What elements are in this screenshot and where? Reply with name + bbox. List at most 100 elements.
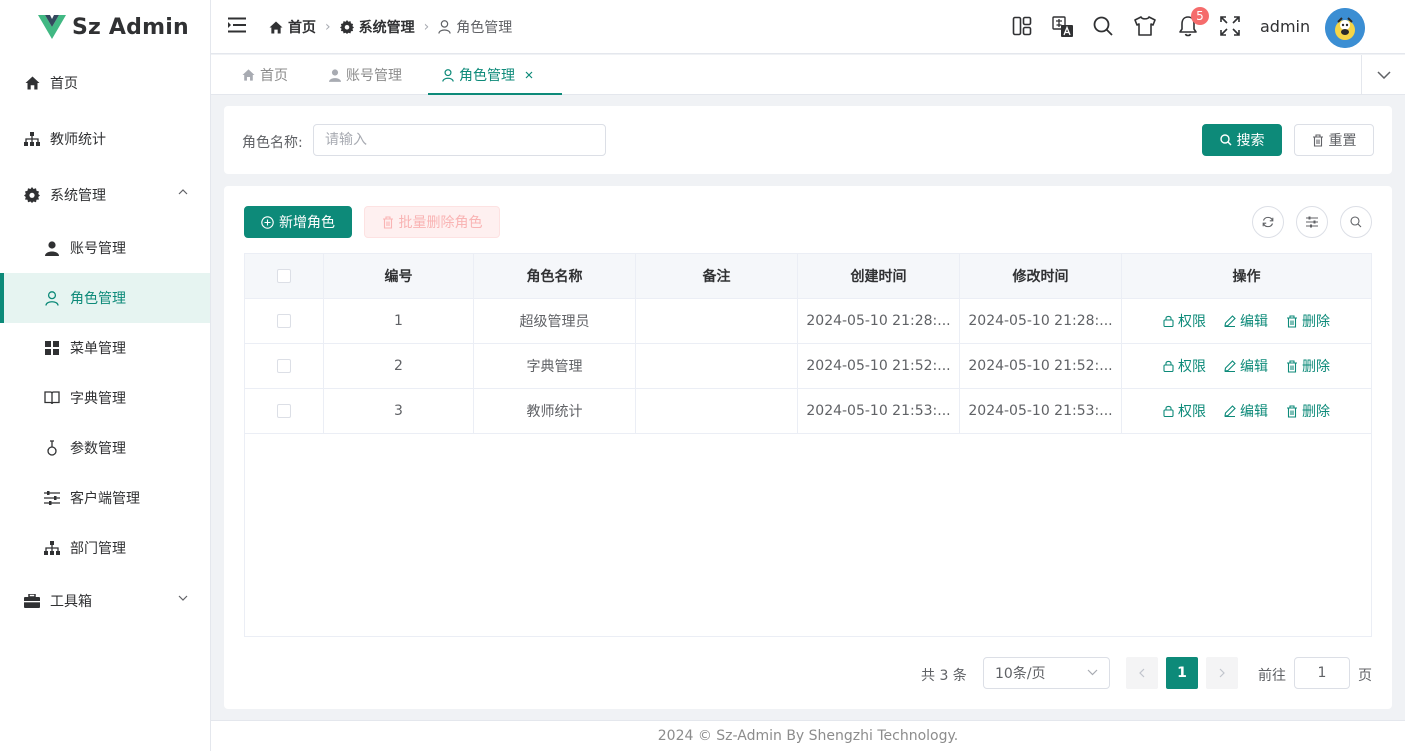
header-cell: 角色名称 bbox=[474, 254, 636, 298]
edit-icon bbox=[1224, 405, 1236, 417]
page-suffix: 页 bbox=[1358, 668, 1372, 684]
goto-label: 前往 bbox=[1258, 668, 1286, 684]
sidebar-item-teacher-stats[interactable]: 教师统计 bbox=[0, 114, 210, 164]
permission-label: 权限 bbox=[1178, 314, 1206, 330]
edit-label: 编辑 bbox=[1240, 359, 1268, 375]
tab-roles[interactable]: 角色管理 bbox=[428, 55, 562, 95]
table-cell: 2 bbox=[324, 344, 474, 388]
user-outline-icon bbox=[44, 290, 60, 306]
menu-fold-icon[interactable] bbox=[228, 17, 246, 33]
table-cell-actions: 权限 编辑 删除 bbox=[1122, 299, 1371, 343]
sidebar-item-system[interactable]: 系统管理 bbox=[0, 170, 210, 220]
table-cell: 超级管理员 bbox=[474, 299, 636, 343]
tab-accounts[interactable]: 账号管理 bbox=[315, 55, 416, 95]
page-number-button[interactable]: 1 bbox=[1166, 657, 1198, 689]
row-checkbox[interactable] bbox=[277, 404, 291, 418]
sidebar-item-departments[interactable]: 部门管理 bbox=[0, 523, 210, 573]
table-cell-actions: 权限 编辑 删除 bbox=[1122, 344, 1371, 388]
close-icon[interactable] bbox=[525, 71, 533, 79]
chevron-down-icon bbox=[178, 595, 188, 601]
header-cell: 编号 bbox=[324, 254, 474, 298]
header-cell: 备注 bbox=[636, 254, 798, 298]
sidebar-item-home[interactable]: 首页 bbox=[0, 58, 210, 108]
sidebar-item-toolbox[interactable]: 工具箱 bbox=[0, 576, 210, 626]
edit-button[interactable]: 编辑 bbox=[1224, 356, 1268, 376]
reset-button[interactable]: 重置 bbox=[1294, 124, 1374, 156]
select-all-checkbox[interactable] bbox=[277, 269, 291, 283]
role-table: 编号 角色名称 备注 创建时间 修改时间 操作 1 超级管理员 2024-05-… bbox=[244, 253, 1372, 637]
user-filled-icon bbox=[44, 240, 60, 256]
breadcrumb: 首页 › 系统管理 › 角色管理 bbox=[269, 17, 512, 37]
header-cell: 修改时间 bbox=[960, 254, 1122, 298]
grid-icon bbox=[44, 340, 60, 356]
logo[interactable]: Sz Admin bbox=[0, 0, 210, 54]
table-row: 3 教师统计 2024-05-10 21:53:... 2024-05-10 2… bbox=[245, 389, 1371, 434]
delete-button[interactable]: 删除 bbox=[1286, 356, 1330, 376]
prev-page-button[interactable] bbox=[1126, 657, 1158, 689]
breadcrumb-system[interactable]: 系统管理 bbox=[339, 17, 415, 37]
batch-delete-button[interactable]: 批量删除角色 bbox=[364, 206, 500, 238]
param-icon bbox=[44, 440, 60, 456]
breadcrumb-home[interactable]: 首页 bbox=[269, 17, 316, 37]
table-row: 2 字典管理 2024-05-10 21:52:... 2024-05-10 2… bbox=[245, 344, 1371, 389]
sidebar-item-roles[interactable]: 角色管理 bbox=[0, 273, 210, 323]
delete-button[interactable]: 删除 bbox=[1286, 311, 1330, 331]
briefcase-icon bbox=[24, 593, 40, 609]
toggle-search-button[interactable] bbox=[1340, 206, 1372, 238]
table-cell: 2024-05-10 21:53:... bbox=[960, 389, 1122, 433]
table-cell bbox=[636, 299, 798, 343]
tabs-dropdown[interactable] bbox=[1361, 55, 1405, 95]
user-outline-icon bbox=[438, 20, 451, 34]
sidebar-item-dictionary[interactable]: 字典管理 bbox=[0, 373, 210, 423]
translate-icon[interactable] bbox=[1052, 16, 1074, 38]
gear-icon bbox=[339, 20, 354, 34]
next-page-button[interactable] bbox=[1206, 657, 1238, 689]
add-role-label: 新增角色 bbox=[279, 215, 335, 231]
avatar[interactable] bbox=[1325, 8, 1365, 48]
refresh-button[interactable] bbox=[1252, 206, 1284, 238]
permission-button[interactable]: 权限 bbox=[1163, 311, 1206, 331]
edit-button[interactable]: 编辑 bbox=[1224, 401, 1268, 421]
pagination-total: 共 3 条 bbox=[921, 668, 967, 684]
username[interactable]: admin bbox=[1260, 17, 1310, 36]
copyright-text: 2024 © Sz-Admin By Shengzhi Technology. bbox=[657, 728, 959, 744]
column-settings-button[interactable] bbox=[1296, 206, 1328, 238]
breadcrumb-label: 角色管理 bbox=[456, 20, 513, 36]
sidebar-item-label: 工具箱 bbox=[50, 594, 92, 610]
tab-home[interactable]: 首页 bbox=[228, 55, 302, 95]
fullscreen-icon[interactable] bbox=[1220, 16, 1240, 36]
page-size-select[interactable]: 10条/页 bbox=[983, 657, 1110, 689]
plus-circle-icon bbox=[261, 215, 274, 229]
refresh-icon bbox=[1262, 216, 1274, 228]
add-role-button[interactable]: 新增角色 bbox=[244, 206, 352, 238]
search-icon[interactable] bbox=[1093, 16, 1113, 36]
home-icon bbox=[269, 20, 283, 34]
sidebar-item-label: 系统管理 bbox=[50, 188, 106, 204]
edit-label: 编辑 bbox=[1240, 404, 1268, 420]
layout-icon[interactable] bbox=[1012, 16, 1032, 36]
row-checkbox[interactable] bbox=[277, 359, 291, 373]
sidebar-item-clients[interactable]: 客户端管理 bbox=[0, 473, 210, 523]
theme-shirt-icon[interactable] bbox=[1134, 16, 1156, 36]
user-outline-icon bbox=[442, 68, 454, 82]
row-checkbox[interactable] bbox=[277, 314, 291, 328]
sidebar-item-menus[interactable]: 菜单管理 bbox=[0, 323, 210, 373]
app-name: Sz Admin bbox=[72, 14, 189, 40]
table-cell: 2024-05-10 21:28:... bbox=[798, 299, 960, 343]
sidebar-item-params[interactable]: 参数管理 bbox=[0, 423, 210, 473]
sidebar-item-label: 角色管理 bbox=[70, 291, 126, 307]
role-name-input[interactable] bbox=[313, 124, 606, 156]
search-button[interactable]: 搜索 bbox=[1202, 124, 1282, 156]
table-cell: 2024-05-10 21:53:... bbox=[798, 389, 960, 433]
delete-button[interactable]: 删除 bbox=[1286, 401, 1330, 421]
breadcrumb-label: 首页 bbox=[288, 20, 316, 36]
edit-button[interactable]: 编辑 bbox=[1224, 311, 1268, 331]
chevron-right-icon bbox=[1219, 668, 1225, 678]
permission-label: 权限 bbox=[1178, 359, 1206, 375]
permission-button[interactable]: 权限 bbox=[1163, 356, 1206, 376]
goto-page-input[interactable] bbox=[1294, 657, 1350, 689]
role-name-label: 角色名称: bbox=[242, 135, 303, 151]
permission-button[interactable]: 权限 bbox=[1163, 401, 1206, 421]
breadcrumb-label: 系统管理 bbox=[358, 20, 415, 36]
sidebar-item-accounts[interactable]: 账号管理 bbox=[0, 223, 210, 273]
